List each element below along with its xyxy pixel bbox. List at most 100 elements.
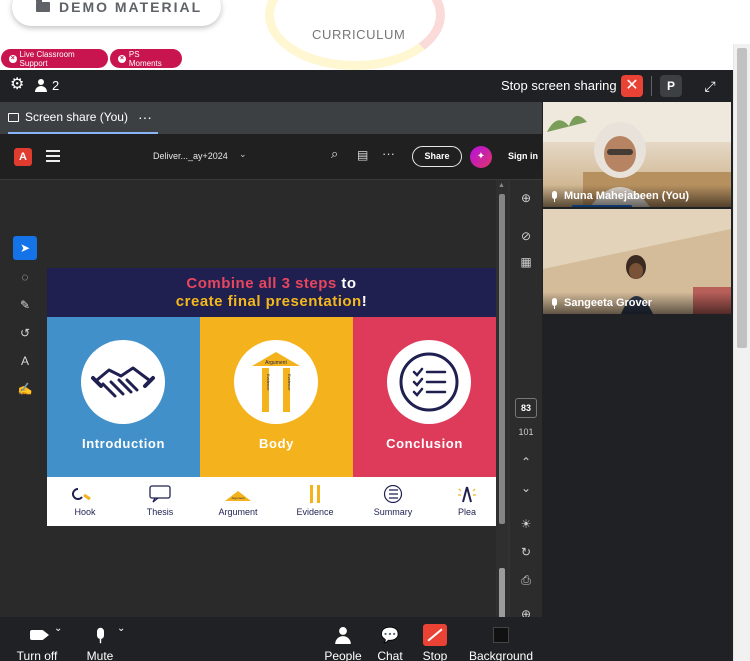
checklist-icon bbox=[387, 340, 471, 424]
lasso-icon[interactable]: ↺ bbox=[13, 321, 37, 345]
select-cursor-icon[interactable]: ➤ bbox=[13, 236, 37, 260]
share-tab-bar: Screen share (You) ··· bbox=[0, 102, 542, 134]
background-button[interactable]: Background bbox=[465, 625, 537, 661]
participant-count: 2 bbox=[52, 78, 60, 93]
pages-icon[interactable]: ▤ bbox=[357, 148, 371, 162]
slide-heading-line-2: create final presentation! bbox=[175, 293, 368, 310]
curriculum-heading: CURRICULUM bbox=[312, 27, 406, 42]
roof-icon: Argument bbox=[225, 491, 251, 501]
meeting-window: ⚙ 2 Stop screen sharing ✕ P ⤢ Screen sha… bbox=[0, 70, 733, 661]
chevron-down-icon[interactable]: ⌄ bbox=[54, 623, 62, 634]
comment-icon[interactable]: ◌ bbox=[13, 265, 37, 289]
stop-share-button[interactable]: Stop bbox=[418, 624, 452, 661]
svg-text:Argument: Argument bbox=[265, 360, 287, 366]
evidence-item: Evidence bbox=[280, 483, 350, 523]
sign-in-link[interactable]: Sign in bbox=[508, 151, 538, 161]
scroll-up-arrow-icon[interactable]: ▲ bbox=[498, 182, 505, 189]
handshake-icon bbox=[81, 340, 165, 424]
menu-icon[interactable] bbox=[46, 150, 60, 162]
slide-page: Combine all 3 steps to create final pres… bbox=[47, 268, 496, 526]
plea-icon bbox=[458, 486, 476, 503]
pen-icon[interactable]: ✎ bbox=[13, 293, 37, 317]
mute-button[interactable]: Mute bbox=[82, 625, 118, 661]
chip-label: PS Moments bbox=[128, 49, 162, 68]
search-icon[interactable]: ⌕ bbox=[331, 147, 345, 161]
meeting-top-bar: ⚙ 2 Stop screen sharing ✕ P ⤢ bbox=[0, 70, 733, 102]
text-box-icon[interactable]: A bbox=[13, 349, 37, 373]
introduction-title: Introduction bbox=[81, 436, 166, 451]
introduction-panel: Introduction bbox=[47, 317, 200, 477]
acrobat-logo-icon: A bbox=[14, 148, 32, 166]
demo-material-button[interactable]: DEMO MATERIAL bbox=[12, 0, 221, 26]
page-scrollbar[interactable] bbox=[733, 44, 750, 661]
total-pages: 101 bbox=[518, 427, 534, 437]
thesis-item: Thesis bbox=[125, 483, 195, 523]
scroll-thumb-secondary[interactable] bbox=[499, 568, 505, 624]
document-vertical-scrollbar[interactable]: ▲ ▼ bbox=[496, 180, 508, 632]
chip-ps-moments[interactable]: × PS Moments bbox=[110, 49, 182, 68]
stop-sharing-button[interactable]: ✕ bbox=[621, 75, 643, 97]
chat-button[interactable]: 💬 Chat bbox=[373, 625, 407, 661]
list-circle-icon bbox=[383, 485, 403, 503]
svg-text:Evidence: Evidence bbox=[266, 374, 271, 391]
chip-label: Live Classroom Support bbox=[19, 49, 75, 68]
tab-screen-share[interactable]: Screen share (You) ··· bbox=[8, 102, 158, 134]
rotate-icon[interactable]: ↻ bbox=[516, 542, 536, 562]
people-button[interactable]: People bbox=[321, 625, 365, 661]
conclusion-title: Conclusion bbox=[386, 436, 463, 451]
scroll-thumb[interactable] bbox=[499, 194, 505, 524]
current-page-input[interactable]: 83 bbox=[515, 398, 537, 418]
monitor-icon bbox=[8, 112, 19, 122]
mic-icon bbox=[551, 190, 558, 202]
participant-tile-muna[interactable]: Muna Mahejabeen (You) bbox=[543, 102, 731, 207]
summary-item: Summary bbox=[358, 483, 428, 523]
expand-icon[interactable]: ⤢ bbox=[700, 76, 720, 96]
chevron-down-icon[interactable]: ⌄ bbox=[239, 149, 247, 160]
chevron-up-icon[interactable]: ⌃ bbox=[516, 452, 536, 472]
save-icon[interactable]: ⎙ bbox=[516, 570, 536, 590]
slide-heading-line-1: Combine all 3 steps to bbox=[186, 275, 357, 292]
more-options-icon[interactable]: ··· bbox=[138, 109, 152, 125]
people-icon bbox=[335, 626, 351, 644]
argument-pillars-icon: Argument Evidence Evidence bbox=[234, 340, 318, 424]
hook-icon bbox=[72, 488, 91, 501]
link-icon[interactable]: ⊘ bbox=[516, 226, 536, 246]
plea-item: Plea bbox=[432, 483, 496, 523]
grid-icon[interactable]: ▦ bbox=[516, 252, 536, 272]
profile-button[interactable]: P bbox=[660, 75, 682, 97]
brightness-icon[interactable]: ☀ bbox=[516, 514, 536, 534]
share-tab-label: Screen share (You) bbox=[25, 110, 128, 124]
page-scrollbar-thumb[interactable] bbox=[737, 48, 747, 348]
share-button[interactable]: Share bbox=[412, 146, 462, 167]
gear-icon[interactable]: ⚙ bbox=[10, 77, 24, 93]
left-toolbar: ➤ ◌ ✎ ↺ A ✍ bbox=[10, 236, 40, 404]
mic-icon bbox=[551, 297, 558, 309]
svg-text:Evidence: Evidence bbox=[287, 374, 292, 391]
mic-icon bbox=[95, 627, 105, 643]
body-panel: Argument Evidence Evidence Body bbox=[200, 317, 353, 477]
chevron-down-icon[interactable]: ⌄ bbox=[117, 623, 125, 634]
close-icon: × bbox=[118, 54, 126, 63]
demo-material-label: DEMO MATERIAL bbox=[59, 0, 203, 15]
svg-text:Argument: Argument bbox=[231, 496, 244, 500]
body-title: Body bbox=[259, 436, 294, 451]
participants-icon[interactable] bbox=[35, 79, 47, 92]
stop-screen-sharing-label: Stop screen sharing bbox=[501, 78, 617, 93]
stop-share-icon bbox=[423, 624, 447, 646]
sign-icon[interactable]: ✍ bbox=[13, 377, 37, 401]
argument-item: Argument Argument bbox=[203, 483, 273, 523]
ai-assistant-icon[interactable]: ✦ bbox=[470, 146, 492, 168]
speech-bubble-icon bbox=[149, 485, 171, 503]
add-comment-icon[interactable]: ⊕ bbox=[516, 188, 536, 208]
participant-name-sangeeta: Sangeeta Grover bbox=[543, 292, 731, 314]
document-name[interactable]: Deliver..._ay+2024 bbox=[153, 151, 228, 161]
more-icon[interactable]: ··· bbox=[382, 146, 395, 161]
meeting-controls: Turn off ⌄ Mute ⌄ People 💬 Chat Stop Bac… bbox=[0, 617, 733, 661]
close-icon: × bbox=[9, 54, 17, 63]
participant-tile-sangeeta[interactable]: Sangeeta Grover bbox=[543, 209, 731, 314]
chevron-down-icon[interactable]: ⌄ bbox=[516, 478, 536, 498]
participant-name-muna: Muna Mahejabeen (You) bbox=[543, 185, 731, 207]
camera-icon bbox=[30, 630, 49, 640]
chip-live-classroom-support[interactable]: × Live Classroom Support bbox=[1, 49, 108, 68]
pdf-toolbar: A Deliver..._ay+2024 ⌄ ⌕ ▤ ··· Share ✦ S… bbox=[0, 134, 542, 180]
